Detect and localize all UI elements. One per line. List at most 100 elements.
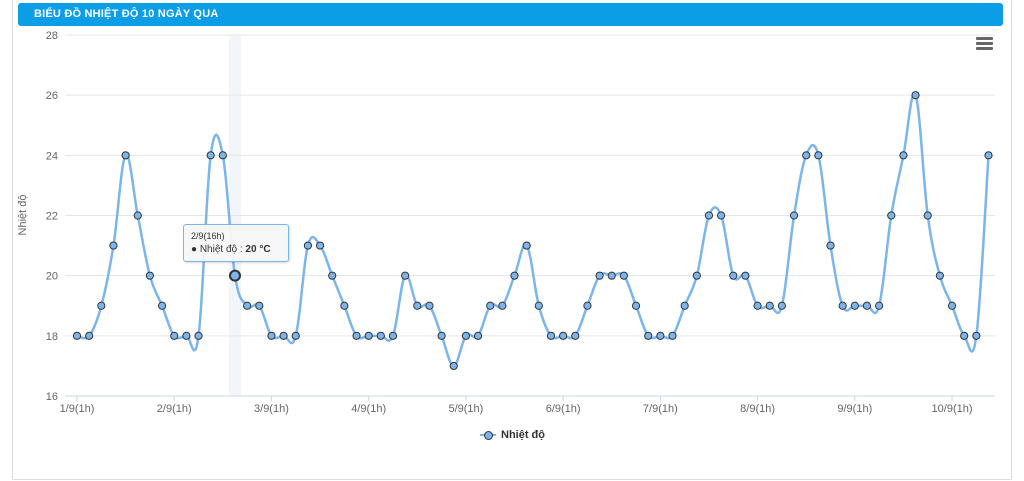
data-point[interactable] xyxy=(765,301,774,310)
tooltip-value: 20 °C xyxy=(245,244,271,255)
x-tick-label: 6/9(1h) xyxy=(546,403,581,415)
data-point[interactable] xyxy=(218,151,227,160)
data-point[interactable] xyxy=(291,331,300,340)
data-point[interactable] xyxy=(194,331,203,340)
data-point[interactable] xyxy=(461,331,471,340)
data-point[interactable] xyxy=(315,241,325,250)
data-point[interactable] xyxy=(182,331,191,340)
data-point[interactable] xyxy=(753,301,762,310)
data-point[interactable] xyxy=(899,151,908,160)
data-point[interactable] xyxy=(826,241,835,250)
x-tick-label: 9/9(1h) xyxy=(837,403,872,415)
tooltip-body: ● Nhiệt độ : 20 °C xyxy=(191,244,271,255)
data-point[interactable] xyxy=(838,301,847,310)
data-point[interactable] xyxy=(947,301,957,310)
x-tick-label: 7/9(1h) xyxy=(643,403,678,415)
data-point[interactable] xyxy=(692,271,701,280)
legend-symbol-icon xyxy=(480,430,496,440)
data-point[interactable] xyxy=(328,271,337,280)
legend-label: Nhiệt độ xyxy=(501,429,545,441)
y-tick-label: 18 xyxy=(46,331,58,343)
chart-tooltip: 2/9(16h) ● Nhiệt độ : 20 °C xyxy=(183,224,289,262)
temperature-chart: 16 18 20 22 24 26 28 Nhiệt độ 1/9(1h) 2/9(1h) 3/9(… xyxy=(17,30,995,415)
data-point[interactable] xyxy=(388,331,398,340)
data-point[interactable] xyxy=(97,301,106,310)
data-point[interactable] xyxy=(656,331,665,340)
data-point[interactable] xyxy=(85,331,94,340)
data-point[interactable] xyxy=(109,241,118,250)
y-tick-label: 28 xyxy=(46,30,58,42)
legend-item[interactable]: Nhiệt độ xyxy=(480,429,545,441)
data-point[interactable] xyxy=(802,151,811,160)
data-point[interactable] xyxy=(449,361,458,371)
data-point[interactable] xyxy=(777,301,786,310)
data-point[interactable] xyxy=(875,301,884,310)
data-point[interactable] xyxy=(267,331,276,340)
data-point[interactable] xyxy=(352,331,361,340)
data-point[interactable] xyxy=(644,331,653,340)
data-point[interactable] xyxy=(559,331,568,340)
data-point[interactable] xyxy=(680,301,689,310)
data-point[interactable] xyxy=(486,301,495,310)
x-tick-label: 8/9(1h) xyxy=(740,403,775,415)
y-tick-label: 26 xyxy=(46,90,58,102)
data-point[interactable] xyxy=(279,331,288,340)
data-point[interactable] xyxy=(157,301,167,310)
data-point[interactable] xyxy=(668,331,677,340)
data-point[interactable] xyxy=(340,301,349,310)
data-point[interactable] xyxy=(887,211,896,220)
data-point[interactable] xyxy=(935,271,944,280)
data-point[interactable] xyxy=(376,331,385,340)
data-point[interactable] xyxy=(583,301,592,310)
data-point[interactable] xyxy=(546,331,556,340)
data-point[interactable] xyxy=(571,331,580,340)
data-point[interactable] xyxy=(595,271,604,280)
data-point[interactable] xyxy=(729,271,738,280)
data-point[interactable] xyxy=(243,301,252,310)
data-point[interactable] xyxy=(619,271,629,280)
data-point[interactable] xyxy=(607,271,616,280)
y-tick-label: 20 xyxy=(46,271,58,283)
data-point[interactable] xyxy=(510,271,519,280)
data-point[interactable] xyxy=(850,301,859,310)
data-point[interactable] xyxy=(741,271,750,280)
data-point[interactable] xyxy=(522,241,531,250)
data-point[interactable] xyxy=(984,151,993,160)
y-axis-title: Nhiệt độ xyxy=(17,195,29,236)
hamburger-menu-icon[interactable] xyxy=(976,37,993,51)
x-tick-label: 4/9(1h) xyxy=(351,403,386,415)
data-point[interactable] xyxy=(206,151,215,160)
x-tick-label: 5/9(1h) xyxy=(448,403,483,415)
x-tick-label: 10/9(1h) xyxy=(932,403,973,415)
data-point[interactable] xyxy=(972,331,981,340)
data-point[interactable] xyxy=(631,301,641,310)
data-point[interactable] xyxy=(133,211,142,220)
highlighted-data-point[interactable] xyxy=(228,269,241,282)
data-point[interactable] xyxy=(401,271,410,280)
data-point[interactable] xyxy=(960,331,969,340)
x-tick-label: 2/9(1h) xyxy=(157,403,192,415)
data-point[interactable] xyxy=(704,211,714,220)
data-point[interactable] xyxy=(425,301,434,310)
data-point[interactable] xyxy=(72,331,82,340)
data-point[interactable] xyxy=(911,91,920,100)
data-point[interactable] xyxy=(498,301,507,310)
data-point[interactable] xyxy=(413,301,422,310)
data-point[interactable] xyxy=(473,331,483,340)
data-point[interactable] xyxy=(862,301,872,310)
data-point[interactable] xyxy=(255,301,264,310)
data-point[interactable] xyxy=(717,211,726,220)
data-point[interactable] xyxy=(437,331,446,340)
data-point[interactable] xyxy=(121,151,130,160)
data-point[interactable] xyxy=(170,331,179,340)
data-point[interactable] xyxy=(364,331,373,340)
tooltip-series-name: Nhiệt độ xyxy=(199,244,238,255)
data-point[interactable] xyxy=(534,301,543,310)
data-point[interactable] xyxy=(923,211,932,220)
tooltip-header: 2/9(16h) xyxy=(191,231,225,241)
data-point[interactable] xyxy=(789,211,799,220)
data-point[interactable] xyxy=(303,241,313,250)
x-tick-label: 3/9(1h) xyxy=(254,403,289,415)
data-point[interactable] xyxy=(814,151,823,160)
data-point[interactable] xyxy=(145,271,155,280)
